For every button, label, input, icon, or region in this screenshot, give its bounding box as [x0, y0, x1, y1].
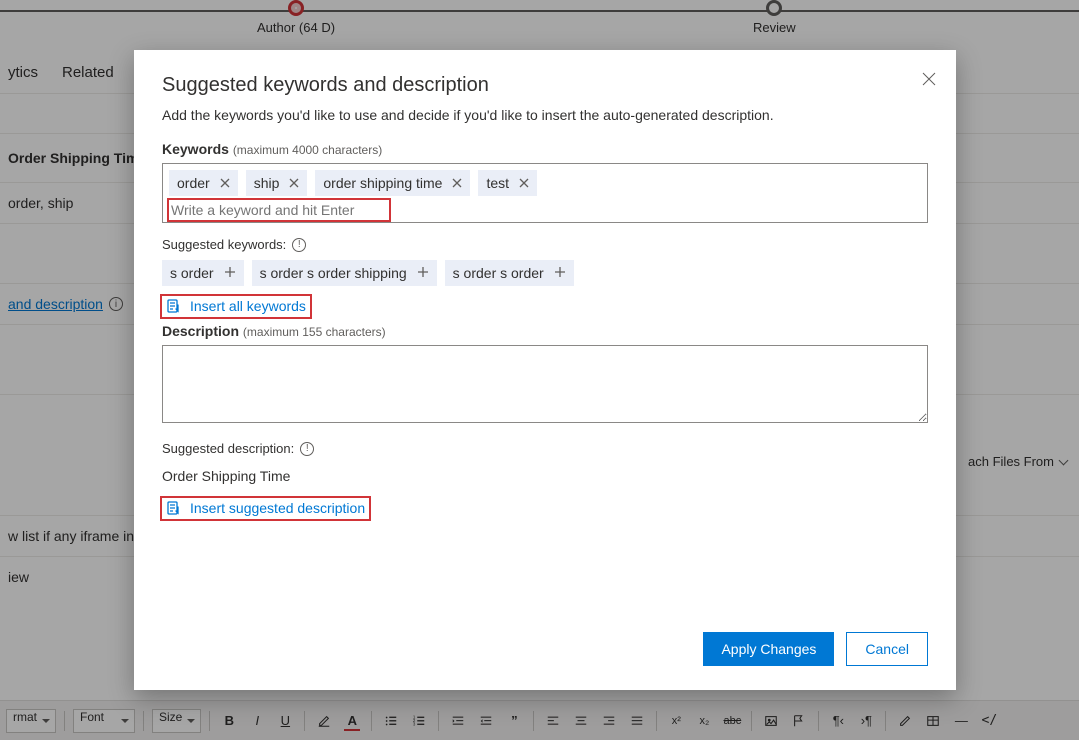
keyword-chips: order ship order shipping time test [169, 170, 921, 196]
dialog-title: Suggested keywords and description [162, 74, 928, 97]
description-label: Description (maximum 155 characters) [162, 323, 928, 339]
suggested-keywords-label: Suggested keywords: ! [162, 237, 928, 252]
highlight-box-keyword-input [169, 200, 389, 220]
chip-label: s order s order [453, 265, 544, 281]
add-icon[interactable] [554, 265, 566, 281]
keyword-chip[interactable]: ship [246, 170, 308, 196]
remove-icon[interactable] [289, 175, 299, 191]
keywords-input-box[interactable]: order ship order shipping time test [162, 163, 928, 223]
add-icon[interactable] [417, 265, 429, 281]
insert-suggested-description-link[interactable]: Insert suggested description [162, 498, 369, 518]
info-icon[interactable]: ! [292, 238, 306, 252]
description-textarea[interactable] [162, 345, 928, 423]
dialog-subtitle: Add the keywords you'd like to use and d… [162, 107, 928, 123]
keywords-label: Keywords (maximum 4000 characters) [162, 141, 928, 157]
suggested-keyword-chip[interactable]: s order s order [445, 260, 574, 286]
suggested-keywords-dialog: Suggested keywords and description Add t… [134, 50, 956, 690]
chip-label: s order s order shipping [260, 265, 407, 281]
suggested-description-label: Suggested description: ! [162, 441, 928, 456]
apply-changes-button[interactable]: Apply Changes [703, 632, 834, 666]
suggested-keyword-chip[interactable]: s order s order shipping [252, 260, 437, 286]
remove-icon[interactable] [220, 175, 230, 191]
chip-label: order [177, 175, 210, 191]
chip-label: s order [170, 265, 214, 281]
highlight-box-insert-all: Insert all keywords [162, 296, 310, 317]
insert-all-keywords-link[interactable]: Insert all keywords [162, 296, 310, 316]
remove-icon[interactable] [452, 175, 462, 191]
cancel-button[interactable]: Cancel [846, 632, 928, 666]
chip-label: ship [254, 175, 280, 191]
info-icon[interactable]: ! [300, 442, 314, 456]
chip-label: order shipping time [323, 175, 442, 191]
add-icon[interactable] [224, 265, 236, 281]
chip-label: test [486, 175, 509, 191]
remove-icon[interactable] [519, 175, 529, 191]
suggested-keyword-chips: s order s order s order shipping s order s… [162, 260, 928, 286]
close-button[interactable] [922, 72, 936, 89]
highlight-box-insert-description: Insert suggested description [162, 498, 369, 519]
suggested-description-text: Order Shipping Time [162, 468, 928, 484]
keyword-chip[interactable]: order shipping time [315, 170, 470, 196]
suggested-keyword-chip[interactable]: s order [162, 260, 244, 286]
keyword-input[interactable] [169, 200, 389, 220]
keyword-chip[interactable]: order [169, 170, 238, 196]
keyword-chip[interactable]: test [478, 170, 537, 196]
dialog-footer: Apply Changes Cancel [162, 632, 928, 666]
